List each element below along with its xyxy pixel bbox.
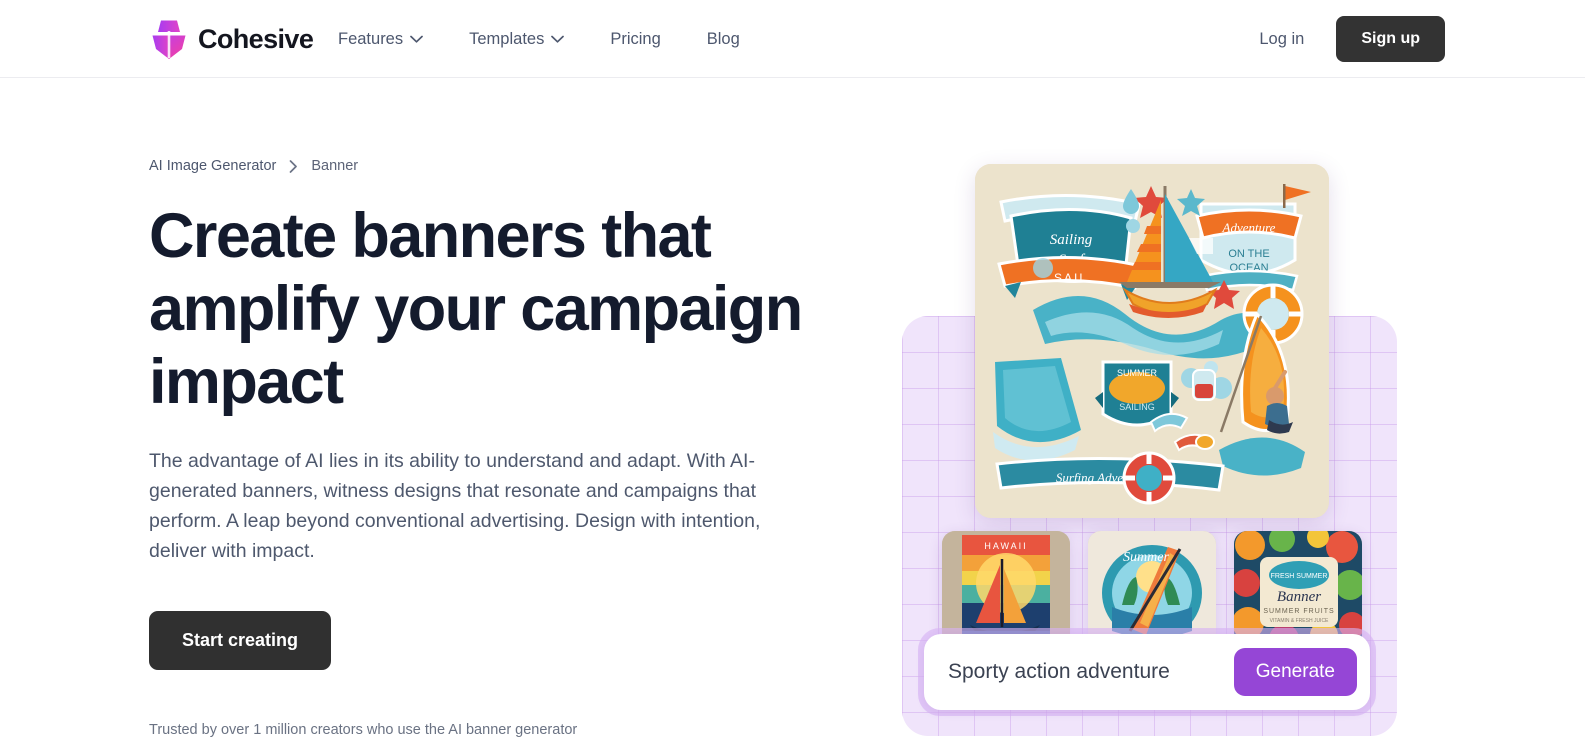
main-content: AI Image Generator Banner Create banners…: [0, 78, 1585, 751]
nav-item-pricing[interactable]: Pricing: [610, 24, 660, 55]
header-actions: Log in Sign up: [1259, 0, 1445, 78]
nav-item-templates[interactable]: Templates: [469, 24, 565, 55]
chevron-right-icon: [289, 159, 298, 173]
svg-text:SUMMER FRUITS: SUMMER FRUITS: [1263, 608, 1334, 615]
cohesive-boat-logo-icon: [149, 18, 189, 60]
generate-button[interactable]: Generate: [1233, 648, 1357, 696]
breadcrumb-item-ai-image-generator[interactable]: AI Image Generator: [149, 158, 276, 174]
svg-text:Summer: Summer: [1123, 550, 1169, 565]
svg-text:ON THE: ON THE: [1228, 248, 1269, 260]
nav-label-templates: Templates: [469, 29, 545, 48]
svg-text:SAIL: SAIL: [1054, 271, 1088, 285]
primary-navigation: Features Templates Pricing Blog: [338, 0, 740, 78]
svg-text:SUMMER: SUMMER: [1117, 368, 1157, 378]
login-link[interactable]: Log in: [1259, 30, 1304, 49]
nav-item-blog[interactable]: Blog: [707, 24, 740, 55]
nav-item-features[interactable]: Features: [338, 24, 423, 55]
logo-text: Cohesive: [198, 23, 314, 54]
hero-description: The advantage of AI lies in its ability …: [149, 450, 761, 562]
start-creating-button[interactable]: Start creating: [149, 610, 332, 670]
signup-button[interactable]: Sign up: [1336, 16, 1445, 62]
svg-text:VITAMIN & FRESH JUICE: VITAMIN & FRESH JUICE: [1270, 618, 1329, 624]
trust-text: Trusted by over 1 million creators who u…: [149, 721, 578, 738]
nav-label-blog: Blog: [706, 29, 740, 48]
breadcrumb-item-banner: Banner: [311, 158, 359, 174]
breadcrumb: AI Image Generator Banner: [149, 158, 849, 174]
svg-text:FRESH SUMMER: FRESH SUMMER: [1271, 573, 1328, 580]
prompt-bar-wrapper: Sporty action adventure Generate: [918, 628, 1376, 716]
nav-label-features: Features: [338, 29, 404, 48]
chevron-down-icon: [551, 35, 565, 43]
chevron-down-icon: [410, 35, 423, 43]
site-header: Cohesive Features Templates Pricing Blog…: [0, 0, 1585, 78]
svg-text:Adventure: Adventure: [1222, 220, 1276, 235]
svg-text:Banner: Banner: [1277, 589, 1321, 605]
prompt-bar[interactable]: Sporty action adventure Generate: [924, 634, 1370, 710]
svg-text:Sailing: Sailing: [1050, 232, 1093, 248]
showcase-column: Sailing Surf SAIL Adventure ON THE OCEAN: [880, 158, 1420, 751]
prompt-input[interactable]: Sporty action adventure: [948, 660, 1170, 684]
generated-banner-preview[interactable]: Sailing Surf SAIL Adventure ON THE OCEAN: [975, 164, 1329, 518]
page-title: Create banners that amplify your campaig…: [149, 201, 803, 418]
hero-text-column: AI Image Generator Banner Create banners…: [149, 158, 849, 738]
logo-link[interactable]: Cohesive: [149, 18, 314, 60]
nav-label-pricing: Pricing: [610, 29, 661, 48]
svg-text:HAWAII: HAWAII: [984, 541, 1027, 551]
svg-text:SAILING: SAILING: [1119, 402, 1155, 412]
